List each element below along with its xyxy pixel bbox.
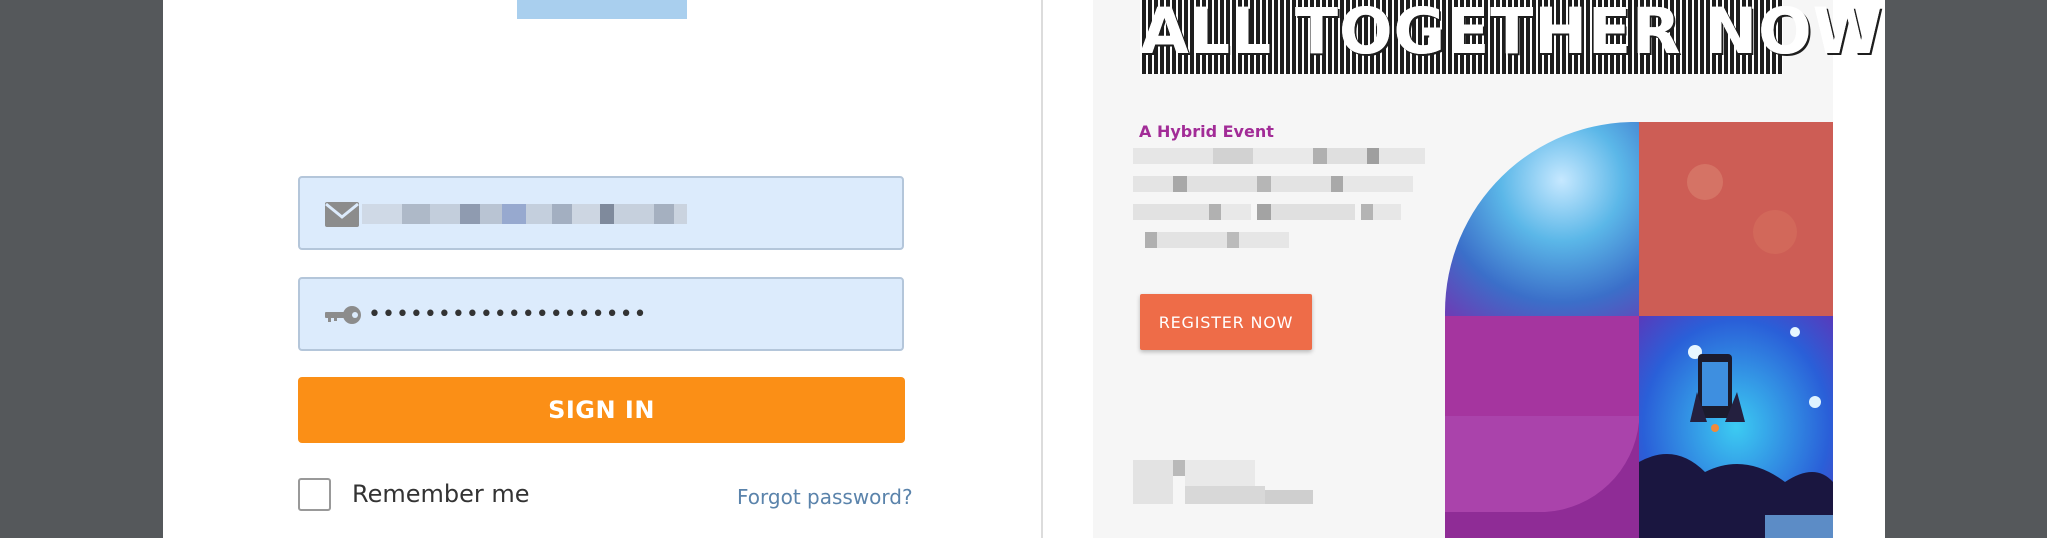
email-value-redacted — [362, 204, 687, 224]
promo-email-card: ALL TOGETHER NOW A Hybrid Event REGISTER… — [1093, 0, 1884, 538]
event-subtitle: A Hybrid Event — [1139, 122, 1274, 141]
key-icon — [324, 299, 361, 331]
headline-banner: ALL TOGETHER NOW — [1140, 0, 1884, 74]
email-field[interactable] — [298, 176, 904, 250]
password-value: •••••••••••••••••••• — [368, 302, 648, 327]
remember-me-label[interactable]: Remember me — [352, 480, 530, 508]
headline-text: ALL TOGETHER NOW — [1140, 0, 1884, 68]
remember-me-checkbox[interactable] — [298, 478, 331, 511]
sign-in-button[interactable]: SIGN IN — [298, 377, 905, 443]
register-now-button[interactable]: REGISTER NOW — [1140, 294, 1312, 350]
login-panel — [163, 0, 1042, 538]
envelope-icon — [324, 198, 360, 230]
event-artwork — [1445, 122, 1833, 538]
brand-logo — [517, 0, 687, 19]
password-field[interactable]: •••••••••••••••••••• — [298, 277, 904, 351]
forgot-password-link[interactable]: Forgot password? — [737, 485, 913, 509]
